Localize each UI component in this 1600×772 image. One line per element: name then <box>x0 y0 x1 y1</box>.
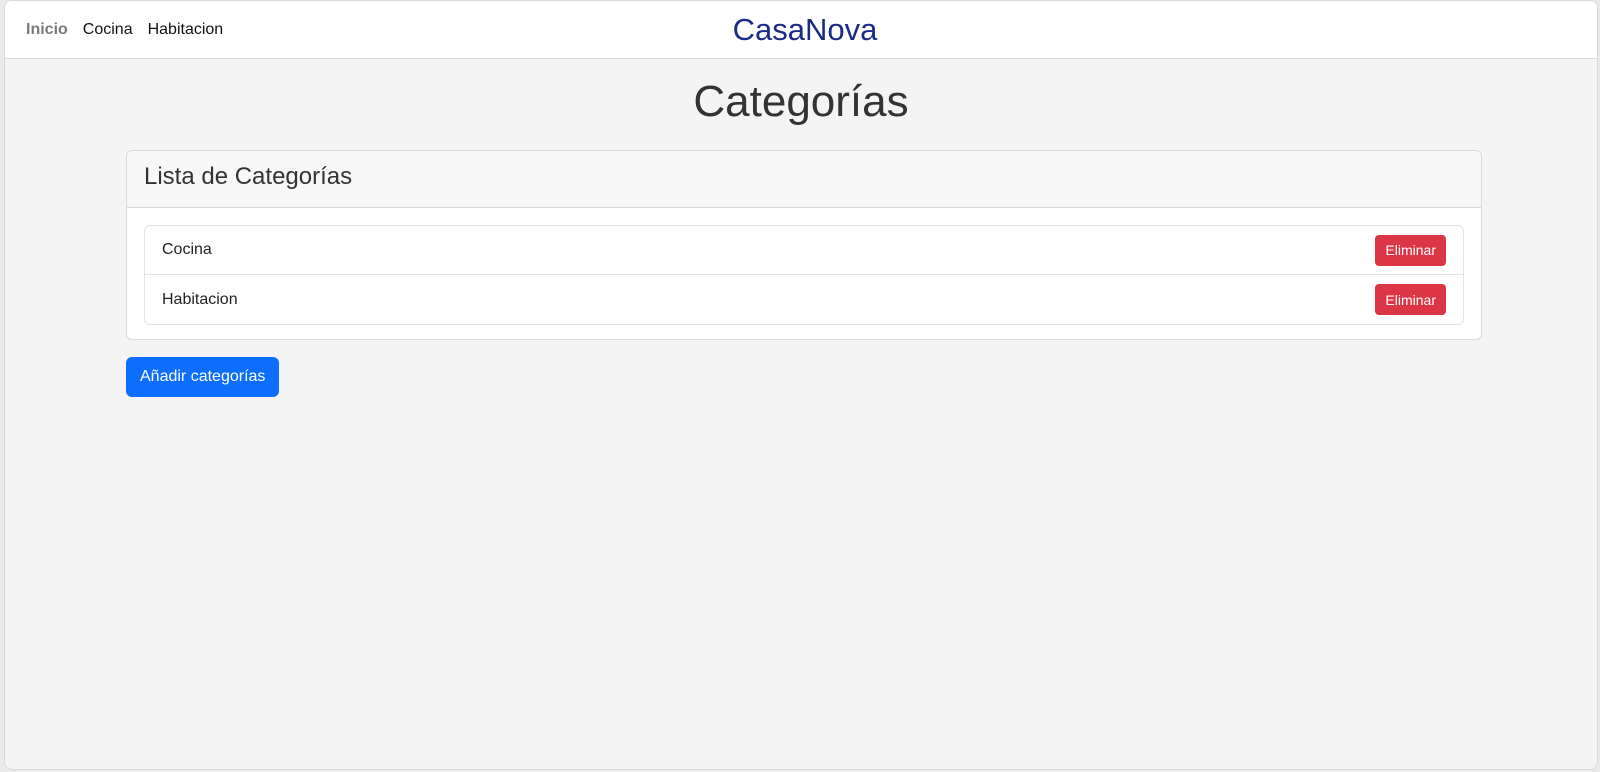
category-name: Cocina <box>162 241 212 258</box>
nav-link-inicio[interactable]: Inicio <box>26 20 68 40</box>
card-body: Cocina Eliminar Habitacion Eliminar <box>127 208 1481 339</box>
categories-list: Cocina Eliminar Habitacion Eliminar <box>144 225 1464 325</box>
delete-button-cocina[interactable]: Eliminar <box>1375 234 1446 266</box>
brand-logo-text[interactable]: CasaNova <box>705 12 905 48</box>
category-list-item-cocina: Cocina Eliminar <box>145 226 1463 275</box>
nav-link-habitacion[interactable]: Habitacion <box>148 20 224 40</box>
nav-links: Inicio Cocina Habitacion <box>26 20 223 40</box>
category-list-item-habitacion: Habitacion Eliminar <box>145 275 1463 324</box>
add-category-button[interactable]: Añadir categorías <box>126 357 280 397</box>
card-header: Lista de Categorías <box>127 151 1481 208</box>
categories-card: Lista de Categorías Cocina Eliminar Habi… <box>126 150 1482 340</box>
brand-container: CasaNova <box>705 1 905 59</box>
browser-page: Inicio Cocina Habitacion CasaNova Catego… <box>4 0 1598 770</box>
category-name: Habitacion <box>162 290 238 308</box>
page-title: Categorías <box>693 77 909 126</box>
nav-link-cocina[interactable]: Cocina <box>83 20 133 40</box>
delete-button-habitacion[interactable]: Eliminar <box>1375 284 1446 315</box>
top-navbar: Inicio Cocina Habitacion CasaNova <box>5 1 1597 59</box>
